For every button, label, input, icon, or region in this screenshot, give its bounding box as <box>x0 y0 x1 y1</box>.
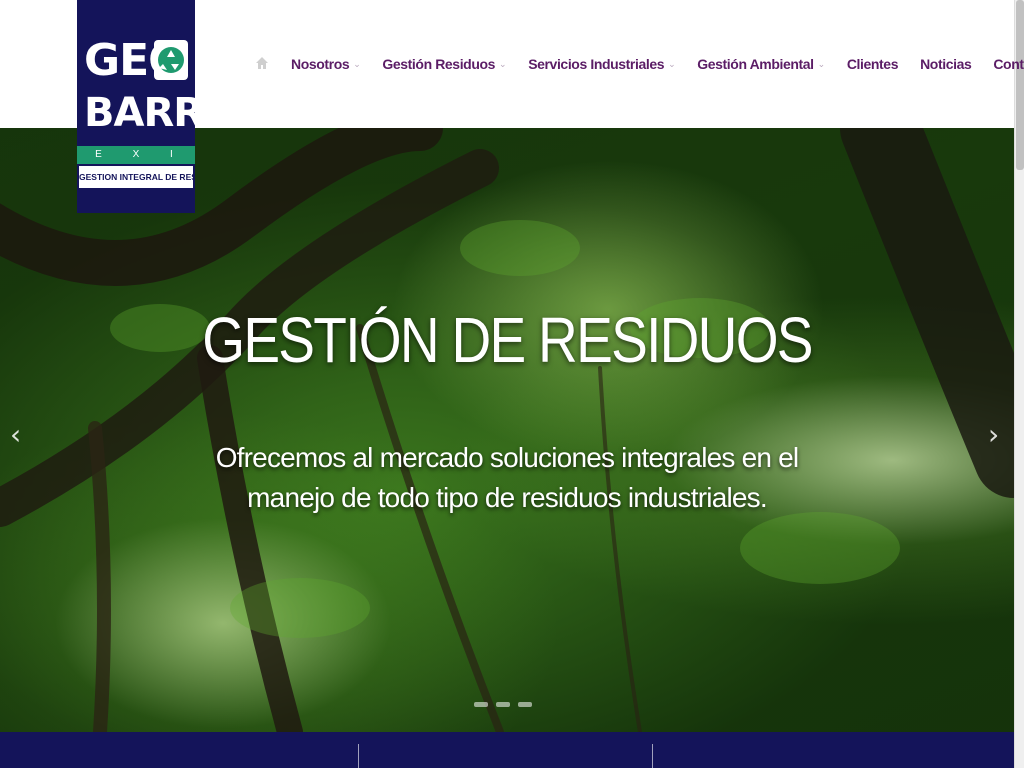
chevron-down-icon: ⌄ <box>353 58 361 69</box>
nav-item-label: Clientes <box>846 56 899 72</box>
slider-dot[interactable] <box>518 702 532 707</box>
slider-dot[interactable] <box>474 702 488 707</box>
nav-item-gestion-residuos[interactable]: Gestión Residuos ⌄ <box>382 56 506 72</box>
scrollbar-thumb[interactable] <box>1016 0 1024 170</box>
nav-item-label: Gestión Residuos <box>382 56 496 72</box>
nav-item-gestion-ambiental[interactable]: Gestión Ambiental ⌄ <box>697 56 825 72</box>
recycle-icon <box>154 40 188 80</box>
logo-geo: GEO <box>84 34 188 86</box>
site-logo[interactable]: GEO BARRA E X I N S GESTION INTEGRAL DE … <box>77 0 234 213</box>
home-icon[interactable] <box>255 56 269 72</box>
nav-item-label: Gestión Ambiental <box>697 56 814 72</box>
logo-line3: E X I N S <box>77 146 195 178</box>
nav-item-clientes[interactable]: Clientes <box>846 56 899 72</box>
main-nav: Nosotros ⌄ Gestión Residuos ⌄ Servicios … <box>255 50 1024 78</box>
chevron-right-icon[interactable]: › <box>988 418 999 451</box>
chevron-down-icon: ⌄ <box>499 58 507 69</box>
nav-item-servicios-industriales[interactable]: Servicios Industriales ⌄ <box>528 56 676 72</box>
nav-item-label: Contacto <box>993 56 1024 72</box>
page-scrollbar[interactable] <box>1014 0 1024 768</box>
divider <box>358 744 359 768</box>
logo-line2: BARRA <box>84 90 234 136</box>
hero-background-image <box>0 128 1014 732</box>
chevron-left-icon[interactable]: ‹ <box>10 418 21 451</box>
features-bar <box>0 732 1014 768</box>
nav-item-contacto[interactable]: Contacto <box>993 56 1024 72</box>
nav-item-label: Servicios Industriales <box>528 56 665 72</box>
nav-item-label: Nosotros <box>291 56 350 72</box>
nav-item-noticias[interactable]: Noticias <box>920 56 972 72</box>
hero-slider: GESTIÓN DE RESIDUOS Ofrecemos al mercado… <box>0 128 1014 732</box>
hero-title: GESTIÓN DE RESIDUOS <box>202 304 813 376</box>
nav-item-nosotros[interactable]: Nosotros ⌄ <box>291 56 361 72</box>
divider <box>652 744 653 768</box>
chevron-down-icon: ⌄ <box>817 58 826 69</box>
slider-dot[interactable] <box>496 702 510 707</box>
hero-subtitle: Ofrecemos al mercado soluciones integral… <box>215 442 799 513</box>
chevron-down-icon: ⌄ <box>668 58 676 69</box>
logo-tagline: GESTION INTEGRAL DE RESIDUOS <box>79 166 193 188</box>
slider-pagination <box>474 702 532 707</box>
nav-item-label: Noticias <box>920 56 972 72</box>
